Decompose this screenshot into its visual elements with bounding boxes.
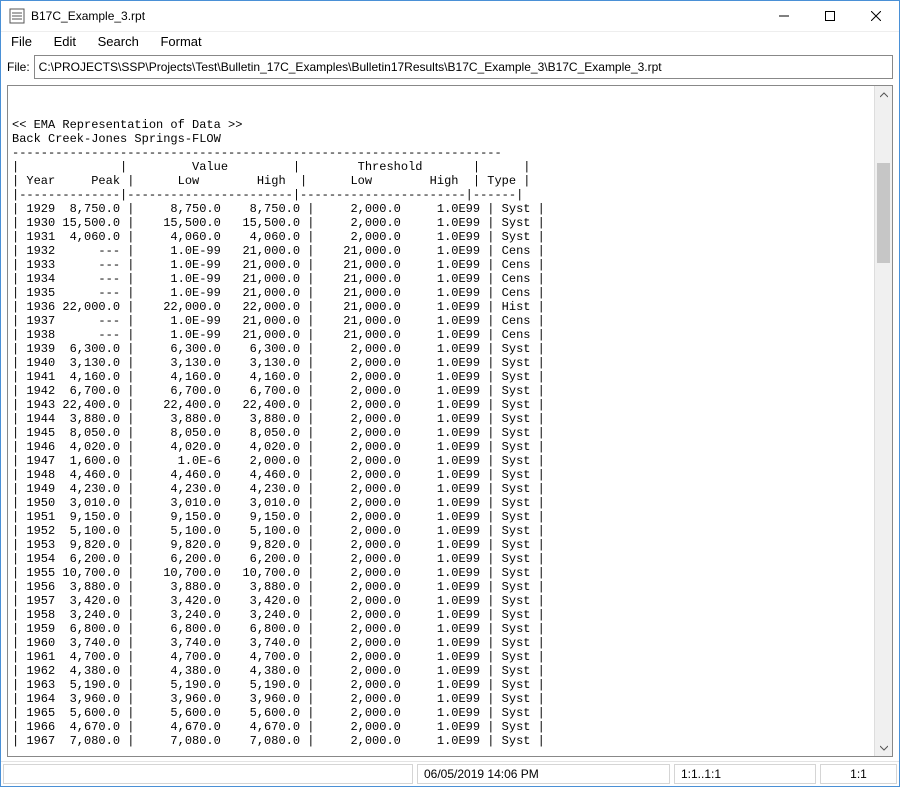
- titlebar: B17C_Example_3.rpt: [1, 1, 899, 32]
- status-position: 1:1: [820, 764, 897, 784]
- menubar: File Edit Search Format: [1, 32, 899, 51]
- status-selection: 1:1..1:1: [674, 764, 816, 784]
- menu-edit[interactable]: Edit: [50, 32, 80, 51]
- window-controls: [761, 1, 899, 31]
- menu-format[interactable]: Format: [156, 32, 205, 51]
- file-path-row: File:: [1, 51, 899, 85]
- report-viewport: << EMA Representation of Data >> Back Cr…: [8, 86, 874, 756]
- status-timestamp: 06/05/2019 14:06 PM: [417, 764, 670, 784]
- file-label: File:: [7, 60, 30, 74]
- scroll-down-arrow-icon[interactable]: [875, 739, 892, 756]
- maximize-button[interactable]: [807, 1, 853, 31]
- close-button[interactable]: [853, 1, 899, 31]
- menu-file[interactable]: File: [7, 32, 36, 51]
- app-window: B17C_Example_3.rpt File Edit Search Form…: [0, 0, 900, 787]
- menu-search[interactable]: Search: [94, 32, 143, 51]
- window-title: B17C_Example_3.rpt: [31, 9, 761, 23]
- scroll-track[interactable]: [875, 103, 892, 739]
- report-text[interactable]: << EMA Representation of Data >> Back Cr…: [12, 90, 870, 752]
- file-path-input[interactable]: [34, 55, 893, 79]
- report-panel: << EMA Representation of Data >> Back Cr…: [7, 85, 893, 757]
- scroll-thumb[interactable]: [877, 163, 890, 263]
- minimize-button[interactable]: [761, 1, 807, 31]
- statusbar: 06/05/2019 14:06 PM 1:1..1:1 1:1: [1, 761, 899, 786]
- scroll-up-arrow-icon[interactable]: [875, 86, 892, 103]
- app-icon: [9, 8, 25, 24]
- status-panel-1: [3, 764, 413, 784]
- vertical-scrollbar[interactable]: [874, 86, 892, 756]
